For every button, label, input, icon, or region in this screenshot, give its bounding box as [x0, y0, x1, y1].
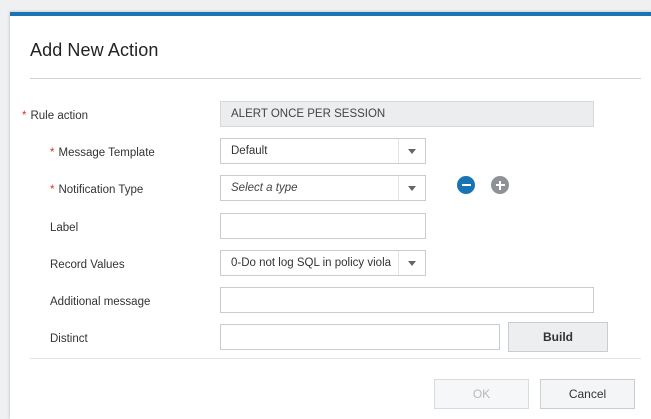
notification-type-select[interactable]: Select a type — [220, 175, 426, 201]
record-values-label: Record Values — [50, 259, 125, 271]
required-marker: * — [22, 110, 27, 122]
minus-circle-icon[interactable] — [457, 176, 475, 194]
distinct-input[interactable] — [220, 324, 500, 350]
cancel-button[interactable]: Cancel — [540, 379, 635, 409]
message-template-select[interactable]: Default — [220, 138, 426, 164]
plus-circle-icon[interactable] — [491, 176, 509, 194]
title-divider — [30, 78, 641, 79]
build-button[interactable]: Build — [508, 322, 608, 352]
dialog-title: Add New Action — [30, 40, 159, 60]
label-input[interactable] — [220, 213, 426, 239]
distinct-label: Distinct — [50, 333, 88, 345]
chevron-down-icon[interactable] — [398, 251, 425, 275]
additional-message-input[interactable] — [220, 287, 594, 313]
rule-action-field: ALERT ONCE PER SESSION — [220, 101, 594, 127]
rule-action-label: * Rule action — [22, 110, 89, 122]
ok-button[interactable]: OK — [434, 379, 529, 409]
required-marker: * — [50, 184, 55, 196]
notification-type-label: * Notification Type — [50, 184, 144, 196]
additional-message-label: Additional message — [50, 296, 151, 308]
add-action-dialog: Add New Action * Rule action ALERT ONCE P… — [10, 12, 651, 419]
label-field-label: Label — [50, 222, 79, 234]
chevron-down-icon[interactable] — [398, 139, 425, 163]
record-values-select[interactable]: 0-Do not log SQL in policy viola — [220, 250, 426, 276]
footer-divider — [30, 358, 641, 359]
required-marker: * — [50, 147, 55, 159]
message-template-label: * Message Template — [50, 147, 155, 159]
chevron-down-icon[interactable] — [398, 176, 425, 200]
